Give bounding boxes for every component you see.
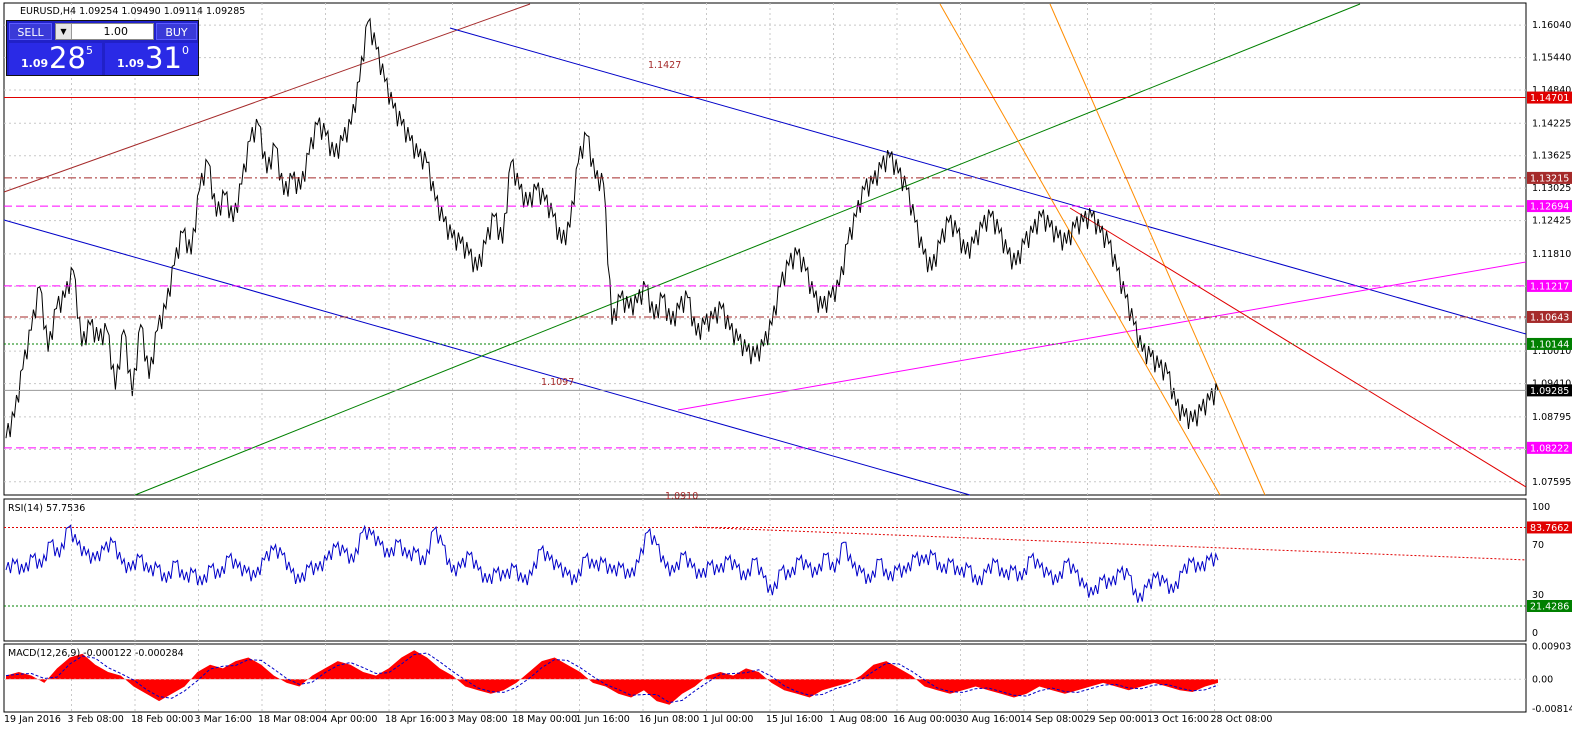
price-axis-label: 1.13625 bbox=[1532, 151, 1571, 162]
price-level-tag-label: 1.08222 bbox=[1530, 443, 1569, 454]
lot-size-field[interactable]: ▼ bbox=[55, 23, 154, 40]
price-annotation: 1.1097 bbox=[541, 377, 574, 388]
price-panel[interactable] bbox=[3, 2, 1527, 496]
price-axis-label: 1.11810 bbox=[1532, 249, 1571, 260]
time-axis-label: 4 Apr 00:00 bbox=[322, 714, 378, 725]
time-axis-label: 19 Jan 2016 bbox=[4, 714, 61, 725]
macd-axis-label: 0.009031 bbox=[1532, 641, 1572, 652]
macd-axis-label: -0.008146 bbox=[1532, 704, 1572, 715]
buy-quote[interactable]: 1.09 31 0 bbox=[105, 41, 198, 75]
price-level-tag-label: 1.10144 bbox=[1530, 339, 1569, 350]
sell-quote-prefix: 1.09 bbox=[21, 57, 49, 70]
rsi-level-tag-label: 21.4286 bbox=[1530, 601, 1569, 612]
time-axis-label: 15 Jul 16:00 bbox=[766, 714, 823, 725]
price-level-tag-label: 1.12694 bbox=[1530, 202, 1569, 213]
one-click-trading-panel: SELL ▼ BUY 1.09 28 5 1.09 31 0 bbox=[6, 20, 199, 76]
price-axis-label: 1.07595 bbox=[1532, 477, 1571, 488]
price-level-tag-label: 1.11217 bbox=[1530, 281, 1569, 292]
rsi-title: RSI(14) 57.7536 bbox=[8, 503, 85, 514]
sell-quote[interactable]: 1.09 28 5 bbox=[9, 41, 102, 75]
time-axis-label: 1 Aug 08:00 bbox=[830, 714, 888, 725]
time-axis-label: 18 Feb 00:00 bbox=[131, 714, 193, 725]
rsi-axis-label: 70 bbox=[1532, 540, 1544, 551]
price-level-tag-label: 1.09285 bbox=[1530, 386, 1569, 397]
time-axis-label: 16 Jun 08:00 bbox=[639, 714, 699, 725]
sell-quote-big: 28 bbox=[49, 41, 86, 75]
time-axis-label: 1 Jun 16:00 bbox=[576, 714, 630, 725]
buy-quote-sup: 0 bbox=[182, 44, 189, 57]
time-axis-label: 29 Sep 00:00 bbox=[1084, 714, 1147, 725]
rsi-axis-label: 30 bbox=[1532, 590, 1544, 601]
time-axis-label: 3 Feb 08:00 bbox=[68, 714, 124, 725]
rsi-level-tag-label: 83.7662 bbox=[1530, 523, 1569, 534]
chart-canvas[interactable]: 1.1427 1.1097 1.0910 19 Jan 2016 3 Feb 08:0… bbox=[0, 0, 1572, 732]
time-axis-label: 18 Apr 16:00 bbox=[385, 714, 447, 725]
time-axis-label: 1 Jul 00:00 bbox=[703, 714, 754, 725]
rsi-axis-label: 0 bbox=[1532, 628, 1538, 639]
dropdown-arrow-icon[interactable]: ▼ bbox=[56, 24, 72, 39]
price-level-tag-label: 1.13215 bbox=[1530, 173, 1569, 184]
buy-quote-prefix: 1.09 bbox=[117, 57, 145, 70]
macd-axis-label: 0.00 bbox=[1532, 674, 1553, 685]
price-axis-label: 1.13025 bbox=[1532, 183, 1571, 194]
time-axis-label: 28 Oct 08:00 bbox=[1211, 714, 1273, 725]
price-axis-label: 1.15440 bbox=[1532, 53, 1571, 64]
price-axis-label: 1.16040 bbox=[1532, 20, 1571, 31]
time-axis-label: 14 Sep 08:00 bbox=[1020, 714, 1083, 725]
price-level-tag-label: 1.10643 bbox=[1530, 312, 1569, 323]
price-level-tag-label: 1.14701 bbox=[1530, 93, 1569, 104]
sell-quote-sup: 5 bbox=[86, 44, 93, 57]
time-axis-label: 18 Mar 08:00 bbox=[258, 714, 321, 725]
symbol-header: EURUSD,H4 1.09254 1.09490 1.09114 1.0928… bbox=[20, 6, 245, 17]
price-axis-label: 1.12425 bbox=[1532, 216, 1571, 227]
time-axis-label: 18 May 00:00 bbox=[512, 714, 577, 725]
buy-quote-big: 31 bbox=[145, 41, 182, 75]
price-annotation: 1.0910 bbox=[665, 491, 698, 502]
macd-title: MACD(12,26,9) -0.000122 -0.000284 bbox=[8, 648, 184, 659]
lot-size-input[interactable] bbox=[72, 24, 130, 39]
price-axis-label: 1.14225 bbox=[1532, 118, 1571, 129]
time-axis-label: 13 Oct 16:00 bbox=[1147, 714, 1209, 725]
price-annotation: 1.1427 bbox=[648, 60, 681, 71]
time-axis-label: 3 May 08:00 bbox=[449, 714, 508, 725]
price-axis-label: 1.08795 bbox=[1532, 412, 1571, 423]
buy-button[interactable]: BUY bbox=[156, 23, 197, 40]
sell-button[interactable]: SELL bbox=[9, 23, 52, 40]
time-axis-label: 16 Aug 00:00 bbox=[893, 714, 957, 725]
rsi-axis-label: 100 bbox=[1532, 502, 1550, 513]
rsi-panel[interactable] bbox=[3, 498, 1527, 642]
time-axis-label: 30 Aug 16:00 bbox=[957, 714, 1021, 725]
time-axis-label: 3 Mar 16:00 bbox=[195, 714, 252, 725]
